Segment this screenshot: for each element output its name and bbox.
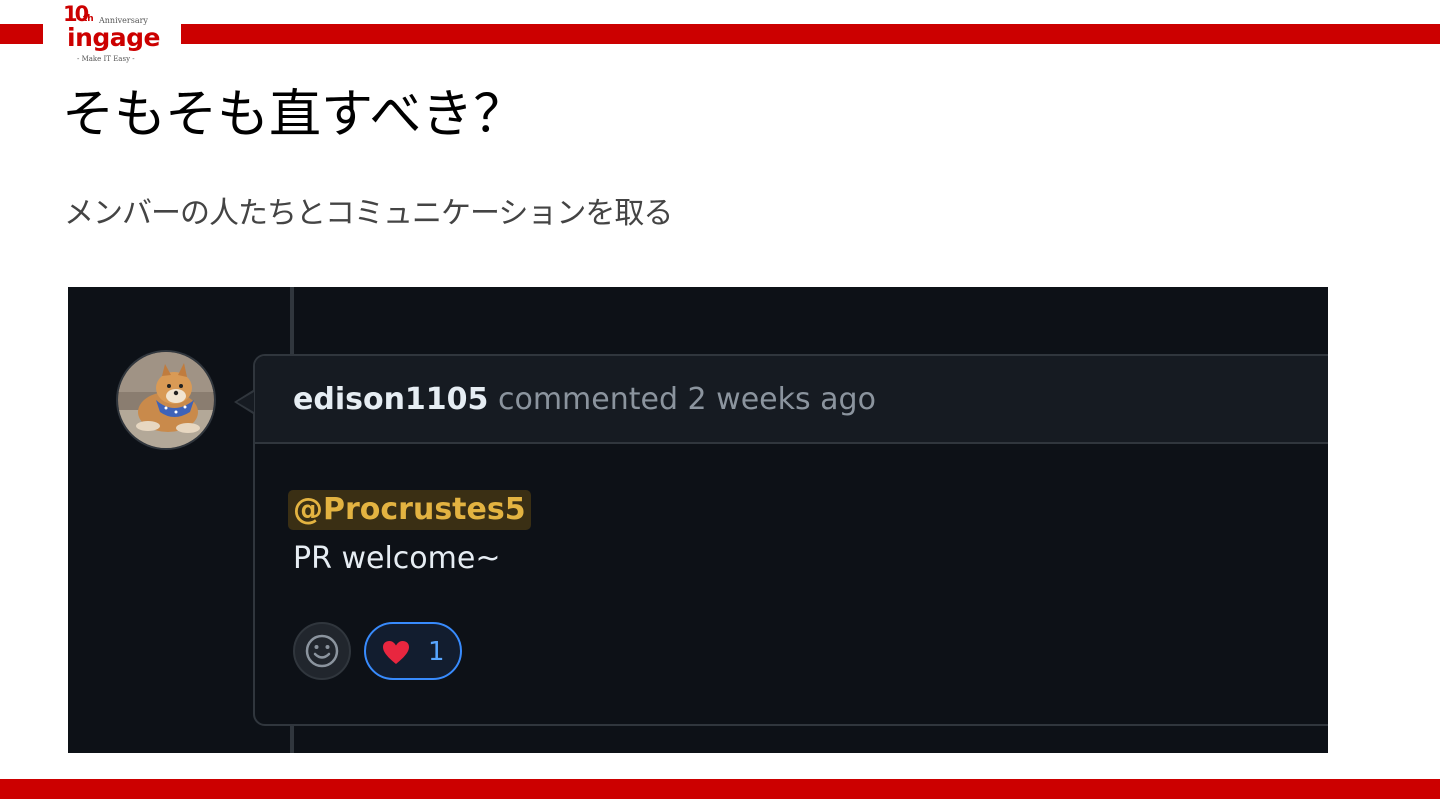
slide-subtitle: メンバーの人たちとコミュニケーションを取る: [64, 196, 673, 231]
slide-title: そもそも直すべき？: [62, 85, 526, 145]
add-reaction-button[interactable]: [293, 622, 351, 680]
heart-reaction-button[interactable]: 1: [364, 622, 462, 680]
github-comment-screenshot: edison1105 commented 2 weeks ago @Procru…: [68, 287, 1328, 753]
comment-author[interactable]: edison1105: [293, 382, 488, 417]
comment-caret: [237, 392, 254, 412]
heart-icon: [383, 641, 409, 664]
reaction-count: 1: [428, 637, 445, 667]
comment-meta[interactable]: commented 2 weeks ago: [498, 382, 876, 417]
comment-header: edison1105 commented 2 weeks ago: [255, 356, 1328, 444]
user-mention-link[interactable]: @Procrustes5: [288, 490, 531, 530]
comment-box: edison1105 commented 2 weeks ago @Procru…: [253, 354, 1328, 726]
dog-avatar-image: [118, 352, 214, 448]
footer-bar: [0, 779, 1440, 799]
header-bar-right: [181, 24, 1440, 44]
comment-header-text: edison1105 commented 2 weeks ago: [293, 382, 876, 417]
comment-body: PR welcome~: [293, 541, 501, 576]
logo-tagline: - Make IT Easy -: [77, 55, 135, 63]
avatar[interactable]: [118, 352, 214, 448]
smiley-icon: [305, 634, 339, 668]
ingage-logo: 10 th Anniversary ingage - Make IT Easy …: [60, 2, 170, 66]
logo-brand: ingage: [67, 23, 160, 52]
header-bar-left: [0, 24, 43, 44]
